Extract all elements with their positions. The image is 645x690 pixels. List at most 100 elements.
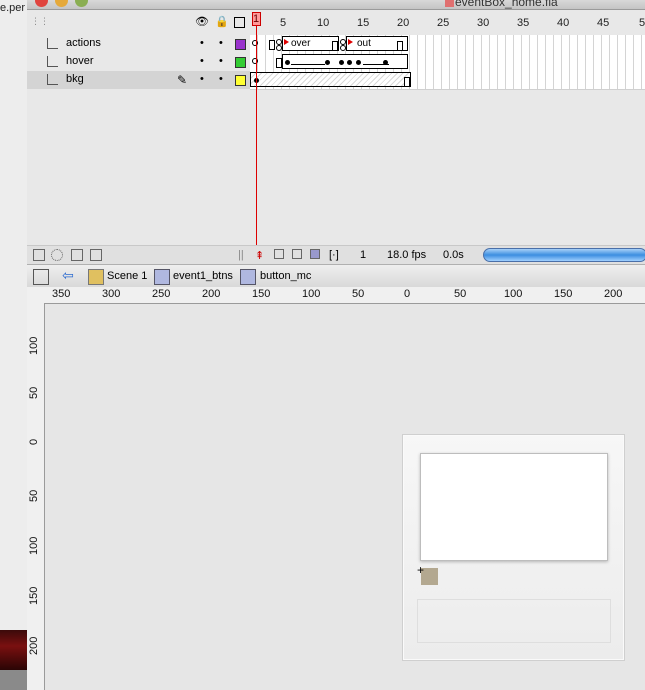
back-arrow-icon[interactable]: ⇦ (62, 267, 74, 284)
layer-name: actions (66, 37, 101, 49)
white-content-box[interactable] (420, 453, 608, 561)
delete-layer-icon[interactable] (90, 249, 102, 261)
ruler-label: 50 (454, 288, 467, 300)
center-frame-icon[interactable]: ⇞ (255, 249, 264, 262)
frame-span-out[interactable]: out (346, 36, 408, 51)
keyframe-filled[interactable] (383, 60, 388, 65)
keyframe-filled[interactable] (347, 60, 352, 65)
keyframe-empty[interactable] (252, 58, 258, 64)
add-motion-guide-icon[interactable] (51, 249, 63, 261)
frame-span-over[interactable]: over (282, 36, 339, 51)
background-window-footer (0, 670, 27, 690)
layer-frames[interactable]: over out (250, 35, 645, 54)
layer-name: hover (66, 55, 94, 67)
zoom-window-button[interactable] (75, 0, 88, 7)
breadcrumb-symbol[interactable]: button_mc (260, 270, 311, 282)
frame-end-marker (397, 41, 403, 51)
frame-number: 35 (517, 17, 530, 29)
ruler-label: 250 (152, 288, 171, 300)
lock-dot[interactable]: • (219, 37, 223, 49)
layer-frames[interactable] (250, 71, 645, 90)
ruler-label: 350 (52, 288, 71, 300)
window-title-bar: eventBox_home.fla (27, 0, 645, 10)
ruler-label: 0 (28, 438, 40, 445)
drag-handle-icon[interactable]: ⋮⋮ (31, 16, 49, 27)
layer-icon (47, 74, 58, 85)
keyframe-filled[interactable] (285, 60, 290, 65)
stage-canvas[interactable]: + (45, 304, 645, 690)
vertical-ruler: 100 50 0 50 100 150 200 (27, 303, 45, 690)
eye-icon[interactable]: 👁 (195, 15, 209, 28)
frame-number: 40 (557, 17, 570, 29)
selected-frame-span[interactable] (250, 72, 411, 87)
layer-icon (47, 56, 58, 67)
fla-file-icon (445, 0, 454, 7)
visibility-dot[interactable]: • (200, 37, 204, 49)
insert-layer-icon[interactable] (33, 249, 45, 261)
edit-multiple-frames-icon[interactable] (310, 249, 320, 259)
window-title: eventBox_home.fla (455, 0, 558, 9)
ruler-label: 50 (352, 288, 365, 300)
layer-color-box[interactable] (235, 75, 246, 86)
divider-handle-icon[interactable]: || (238, 249, 244, 261)
ruler-label: 100 (28, 536, 40, 555)
ruler-label: 100 (504, 288, 523, 300)
visibility-dot[interactable]: • (200, 73, 204, 85)
frame-label: out (357, 38, 371, 49)
keyframe-filled[interactable] (356, 60, 361, 65)
keyframe-empty[interactable] (252, 40, 258, 46)
frame-number: 15 (357, 17, 370, 29)
lock-icon[interactable]: 🔒 (215, 15, 229, 28)
timeline-toggle-icon[interactable] (33, 269, 49, 285)
lock-dot[interactable]: • (219, 73, 223, 85)
modify-onion-markers-icon[interactable]: [·] (329, 249, 339, 261)
layer-row-hover[interactable]: hover • • (27, 53, 645, 72)
visibility-dot[interactable]: • (200, 55, 204, 67)
breadcrumb-symbol[interactable]: event1_btns (173, 270, 233, 282)
frame-rate: 18.0 fps (387, 249, 427, 261)
playhead-line (256, 26, 257, 251)
keyframe-filled[interactable] (325, 60, 330, 65)
tween-span[interactable] (282, 54, 408, 69)
layer-name: bkg (66, 73, 84, 85)
background-window-text: e.per (0, 2, 26, 14)
outline-icon[interactable] (234, 17, 245, 28)
button-background-panel[interactable]: + (402, 434, 625, 661)
ruler-label: 50 (28, 489, 40, 502)
keyframe-filled[interactable] (339, 60, 344, 65)
onion-skin-outlines-icon[interactable] (292, 249, 302, 259)
frame-number: 10 (317, 17, 330, 29)
timeline-scrollbar[interactable] (483, 248, 645, 262)
frame-number: 20 (397, 17, 410, 29)
frame-label: over (291, 38, 311, 49)
registration-point-icon: + (417, 563, 425, 577)
frame-end-marker (404, 77, 410, 87)
layer-frames[interactable] (250, 53, 645, 72)
movieclip-symbol-icon (154, 269, 170, 285)
layer-row-actions[interactable]: actions • • over out (27, 35, 645, 54)
frame-number: 30 (477, 17, 490, 29)
minimize-window-button[interactable] (55, 0, 68, 7)
layer-row-bkg[interactable]: bkg ✎ • • (27, 71, 645, 90)
tween-arrow (291, 64, 325, 65)
layer-color-box[interactable] (235, 39, 246, 50)
ruler-label: 200 (604, 288, 623, 300)
background-window-strip: e.per (0, 0, 28, 690)
insert-folder-icon[interactable] (71, 249, 83, 261)
frame-number: 5 (280, 17, 287, 29)
timeline-header: ⋮⋮ 👁 🔒 5 10 15 20 25 30 35 40 45 5 (27, 10, 645, 35)
movieclip-symbol-icon (240, 269, 256, 285)
close-window-button[interactable] (35, 0, 48, 7)
ruler-label: 50 (28, 386, 40, 399)
breadcrumb-scene[interactable]: Scene 1 (107, 270, 147, 282)
playhead-frame-number: 1 (253, 13, 260, 25)
pencil-icon: ✎ (177, 73, 188, 87)
ruler-label: 150 (28, 586, 40, 605)
frame-end-marker (269, 40, 275, 50)
lock-dot[interactable]: • (219, 55, 223, 67)
ruler-label: 300 (102, 288, 121, 300)
ruler-label: 100 (28, 336, 40, 355)
current-frame: 1 (360, 249, 367, 261)
onion-skin-icon[interactable] (274, 249, 284, 259)
layer-color-box[interactable] (235, 57, 246, 68)
